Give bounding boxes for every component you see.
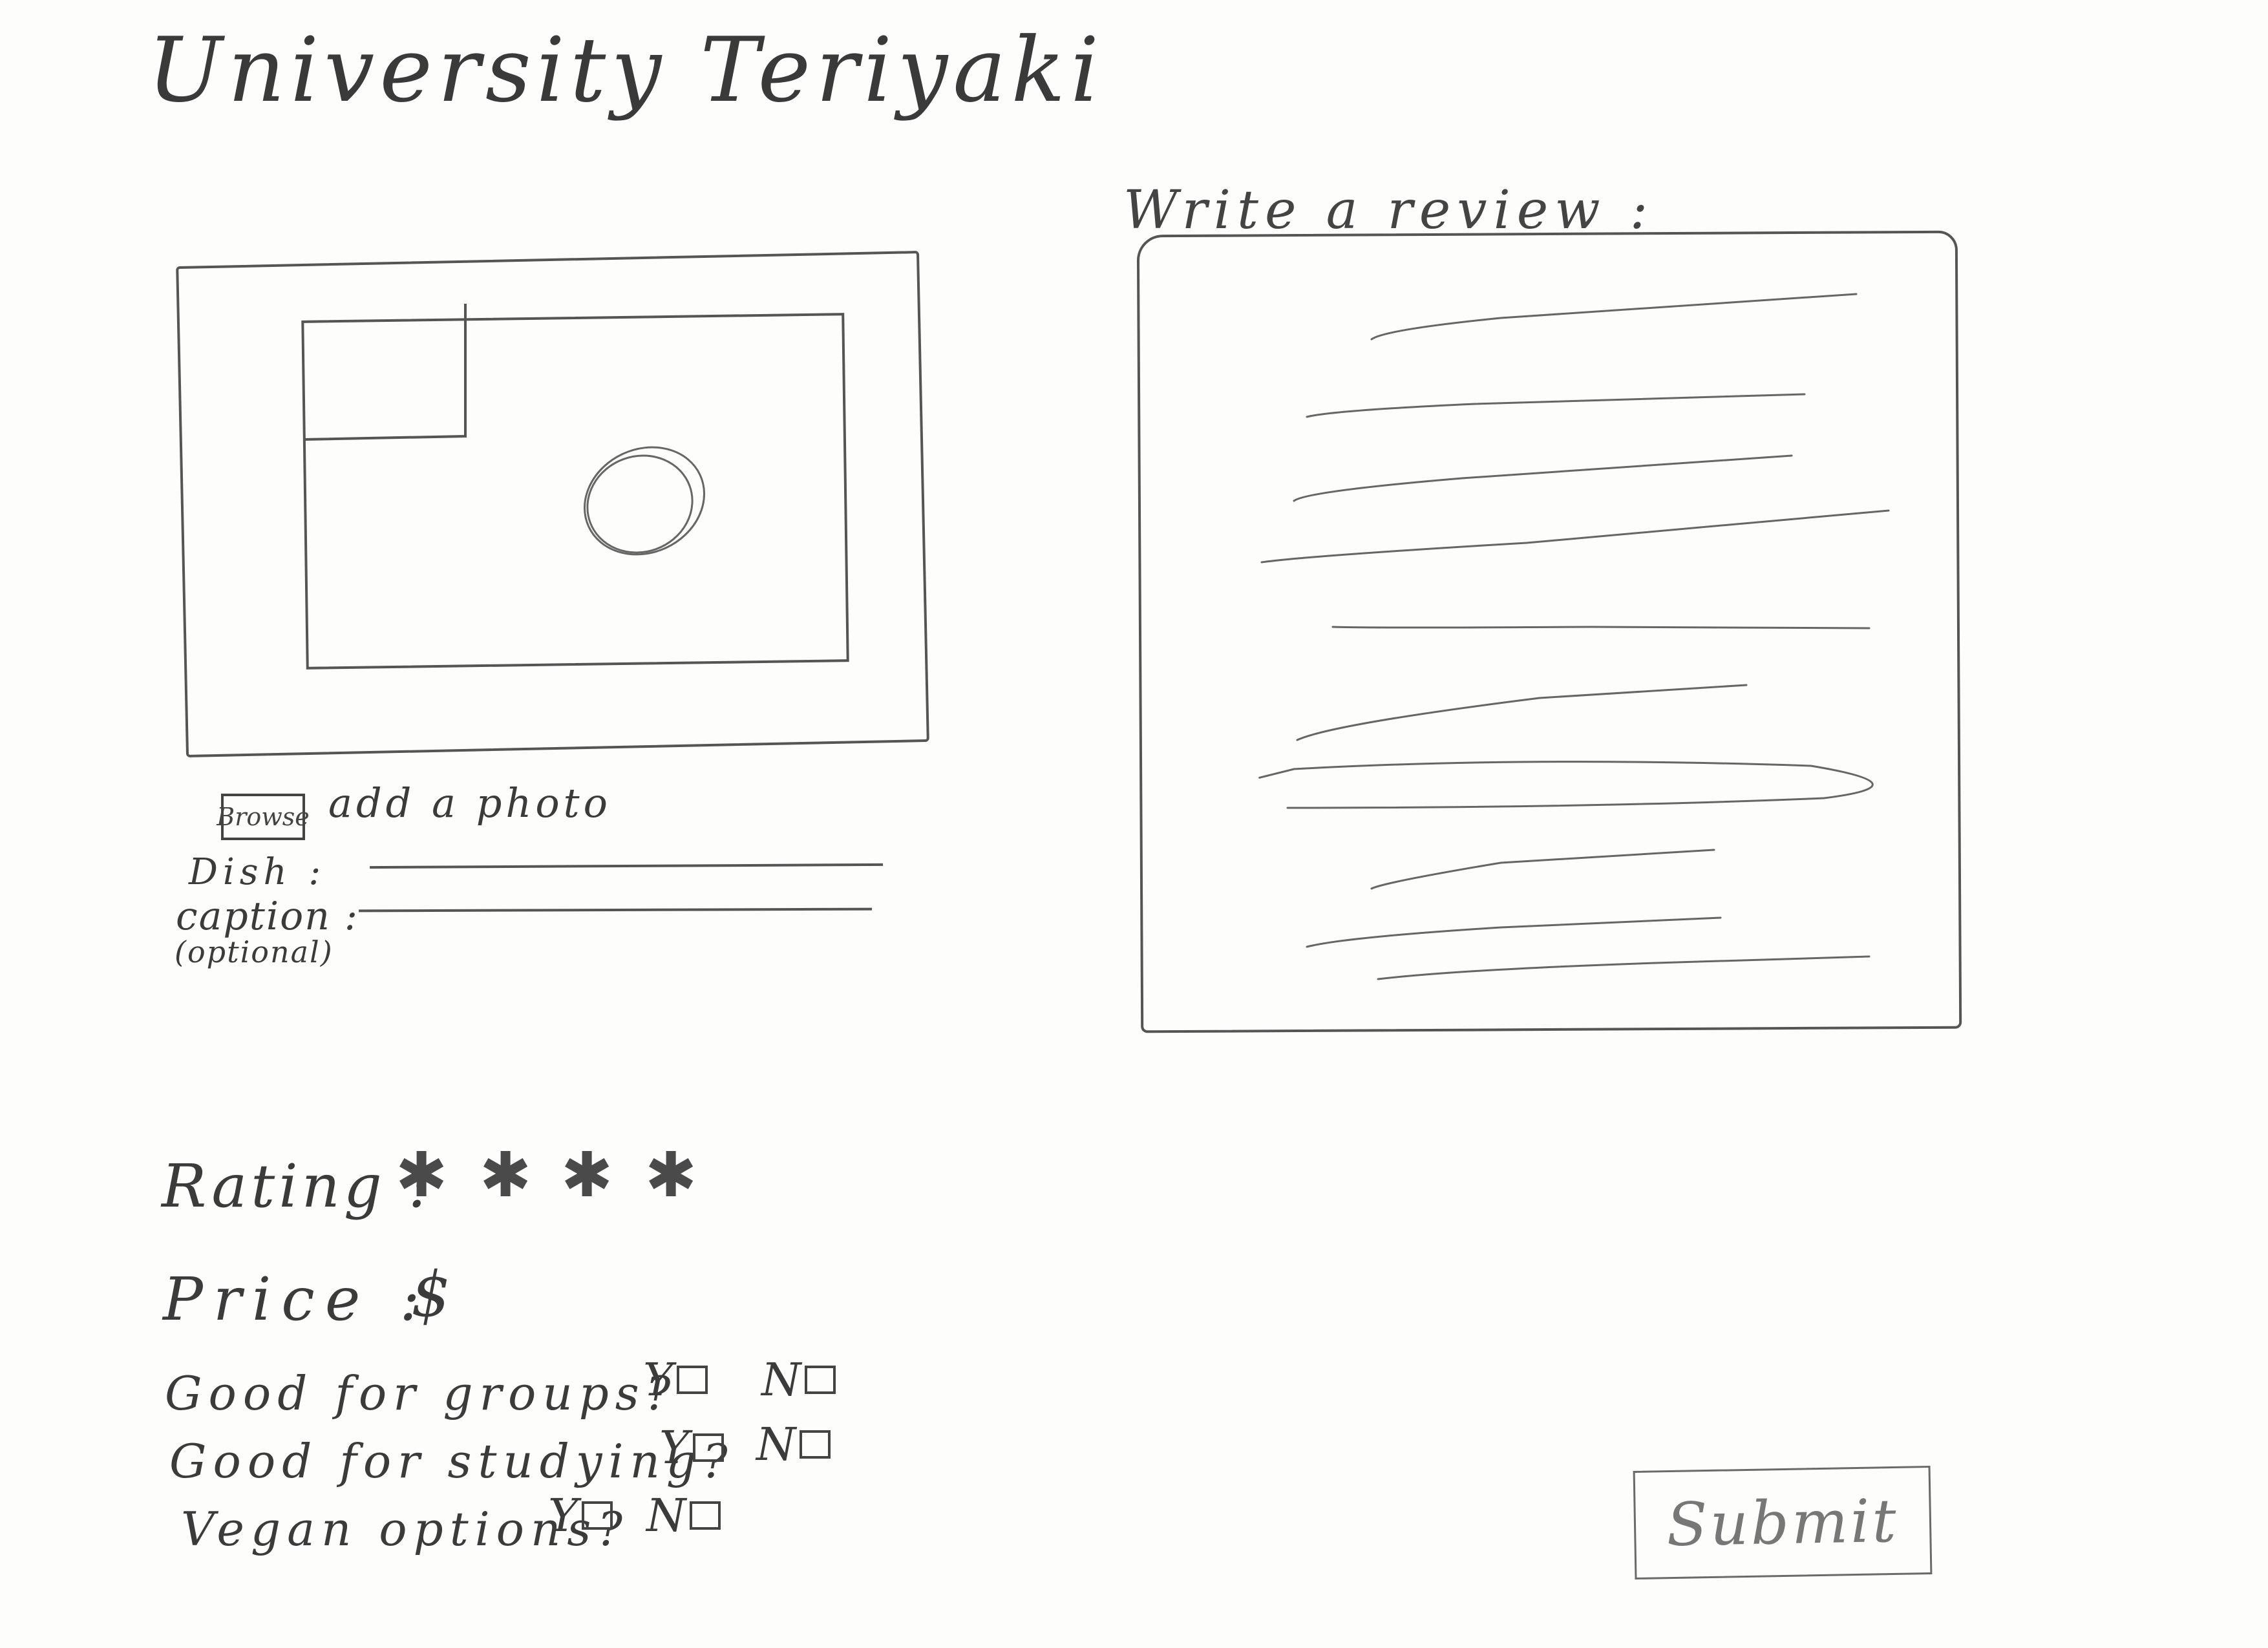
rating-star-3[interactable]: ✱ [561, 1144, 613, 1206]
rating-label: Rating : [162, 1152, 433, 1221]
good-for-studying-yes[interactable]: Y [659, 1421, 725, 1474]
checkbox[interactable] [693, 1433, 725, 1462]
checkbox[interactable] [805, 1366, 836, 1394]
caption-input[interactable] [358, 883, 873, 913]
checkbox[interactable] [582, 1501, 613, 1530]
yes-label: Y [548, 1489, 578, 1542]
good-for-groups-yes[interactable]: Y [643, 1357, 708, 1402]
no-label: N [761, 1353, 801, 1406]
price-selector[interactable]: $ [411, 1263, 450, 1326]
add-photo-label: add a photo [328, 779, 611, 827]
checkbox[interactable] [800, 1430, 831, 1459]
checkbox[interactable] [690, 1501, 721, 1530]
rating-star-4[interactable]: ✱ [645, 1144, 697, 1206]
review-textarea[interactable] [1136, 230, 1962, 1033]
price-label: Price : [163, 1265, 430, 1334]
caption-optional-hint: (optional) [175, 935, 334, 969]
caption-label: caption : [176, 894, 359, 939]
rating-star-2[interactable]: ✱ [480, 1144, 531, 1206]
good-for-studying-no[interactable]: N [756, 1422, 831, 1467]
yes-label: Y [659, 1421, 690, 1474]
review-heading: Write a review : [1123, 180, 1655, 241]
submit-button[interactable]: Submit [1633, 1465, 1933, 1580]
good-for-groups-label: Good for groups? [165, 1366, 677, 1421]
page-title: University Teriyaki [147, 18, 1105, 122]
browse-button[interactable]: Browse [217, 794, 310, 840]
good-for-groups-no[interactable]: N [761, 1357, 836, 1402]
vegan-options-no[interactable]: N [646, 1493, 721, 1538]
dish-label: Dish : [189, 851, 326, 893]
image-icon [304, 304, 705, 556]
no-label: N [756, 1418, 796, 1471]
checkbox[interactable] [677, 1366, 708, 1394]
vegan-options-yes[interactable]: Y [548, 1493, 613, 1538]
no-label: N [646, 1489, 686, 1542]
rating-star-1[interactable]: ✱ [396, 1144, 447, 1206]
yes-label: Y [643, 1353, 673, 1406]
good-for-studying-label: Good for studying? [169, 1434, 734, 1488]
dish-input[interactable] [369, 838, 884, 869]
